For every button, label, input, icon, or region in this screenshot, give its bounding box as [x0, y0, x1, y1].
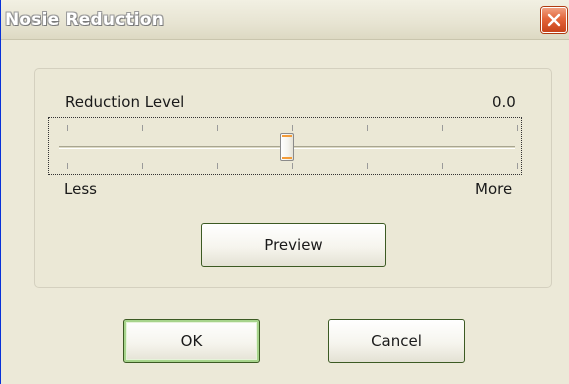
window-title: Nosie Reduction	[5, 10, 165, 30]
slider-tick	[142, 125, 143, 131]
slider-tick	[517, 163, 518, 169]
title-bar[interactable]: Nosie Reduction	[1, 0, 569, 40]
close-icon	[547, 13, 561, 27]
ok-button[interactable]: OK	[123, 319, 260, 363]
slider-tick	[142, 163, 143, 169]
reduction-level-label: Reduction Level	[65, 93, 185, 111]
slider-min-label: Less	[64, 180, 97, 198]
preview-button[interactable]: Preview	[201, 223, 386, 267]
slider-tick	[217, 125, 218, 131]
noise-reduction-dialog: Nosie Reduction Reduction Level 0.0 Less…	[0, 0, 569, 384]
slider-tick	[67, 163, 68, 169]
slider-tick	[517, 125, 518, 131]
slider-tick	[442, 125, 443, 131]
reduction-level-value: 0.0	[492, 93, 516, 111]
slider-tick	[292, 163, 293, 169]
close-button[interactable]	[541, 7, 567, 33]
cancel-button[interactable]: Cancel	[328, 319, 465, 363]
reduction-level-slider[interactable]	[48, 117, 522, 175]
slider-max-label: More	[475, 180, 513, 198]
slider-tick	[367, 125, 368, 131]
slider-tick	[367, 163, 368, 169]
slider-tick	[67, 125, 68, 131]
slider-tick	[217, 163, 218, 169]
slider-thumb[interactable]	[280, 133, 294, 161]
slider-tick	[292, 125, 293, 131]
slider-tick	[442, 163, 443, 169]
